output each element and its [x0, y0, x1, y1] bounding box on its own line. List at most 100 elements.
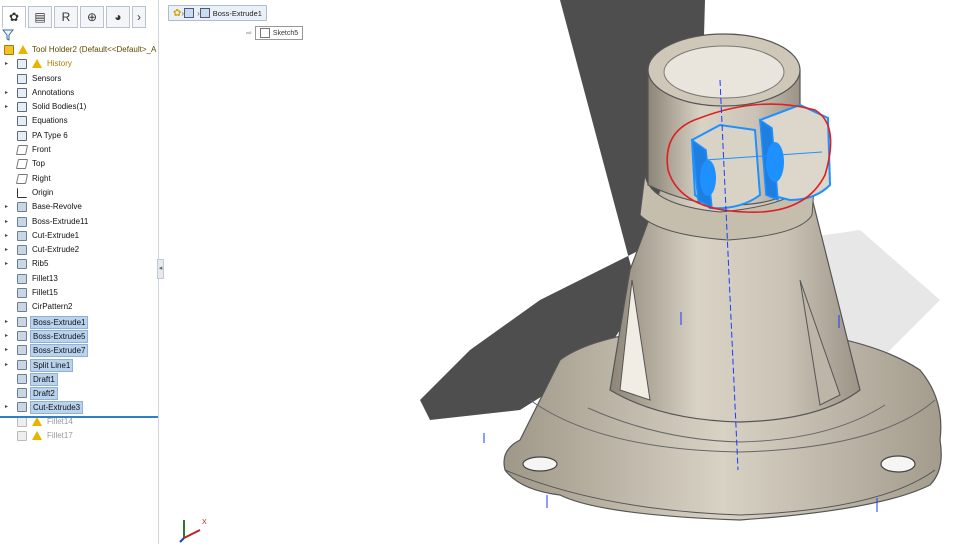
feat-icon: [17, 288, 27, 299]
tree-item-label: Fillet13: [32, 273, 58, 283]
feat-icon: [17, 373, 27, 384]
tree-item-label: PA Type 6: [32, 130, 68, 140]
tab-configuration-manager[interactable]: R: [54, 6, 78, 28]
more-icon: ›: [137, 10, 141, 24]
breadcrumb-sketch[interactable]: Sketch5: [254, 26, 304, 40]
feat-icon: [17, 230, 27, 241]
origin-icon: [17, 187, 27, 198]
tree-item-material[interactable]: PA Type 6: [0, 129, 158, 143]
tree-item-fillet13[interactable]: Fillet13: [0, 272, 158, 286]
property-manager-icon: ▤: [34, 10, 46, 24]
triad-x-axis: [183, 529, 201, 539]
mount-hole-right: [880, 455, 916, 473]
plane-icon: [15, 159, 29, 170]
breadcrumb-part[interactable]: ✿ › › Boss-Extrude1: [168, 5, 267, 21]
tree-item-label: Sensors: [32, 73, 62, 83]
tree-item-label: Cut-Extrude3: [30, 401, 84, 415]
tree-item-equations[interactable]: Equations: [0, 114, 158, 128]
part-icon: [4, 45, 14, 55]
panel-collapse-handle[interactable]: ◂: [157, 259, 164, 279]
manager-tabs: ✿ ▤ R ⊕ ◕ ›: [0, 6, 158, 28]
tree-item-solid-bodies[interactable]: ▸ Solid Bodies(1): [0, 100, 158, 114]
ghost-icon: [17, 431, 27, 442]
feat-icon: [17, 259, 27, 270]
tree-item-label: Right: [32, 173, 51, 183]
expand-toggle-icon[interactable]: ▸: [5, 243, 11, 257]
tree-item-label: Top: [32, 159, 45, 169]
feature-manager-panel: ✿ ▤ R ⊕ ◕ › Tool Holder2 (Default<<Default>_A…: [0, 0, 159, 544]
tab-more[interactable]: ›: [132, 6, 146, 28]
tree-item-draft1[interactable]: Draft1: [0, 372, 158, 386]
expand-toggle-icon[interactable]: ▸: [5, 215, 11, 229]
warning-icon: [32, 431, 42, 441]
tab-feature-manager[interactable]: ✿: [2, 6, 26, 28]
tree-item-label: Boss-Extrude11: [32, 216, 89, 226]
expand-toggle-icon[interactable]: ▸: [5, 57, 11, 71]
tree-item-label: Equations: [32, 116, 68, 126]
feat-icon: [17, 216, 27, 227]
tree-item-cut-extrude1[interactable]: ▸ Cut-Extrude1: [0, 229, 158, 243]
tree-item-label: CirPattern2: [32, 302, 73, 312]
breadcrumb-feature[interactable]: Boss-Extrude1: [213, 9, 262, 18]
plane-icon: [15, 173, 29, 184]
tree-item-draft2[interactable]: Draft2: [0, 386, 158, 401]
feat-icon: [17, 202, 27, 213]
breadcrumb-sketch-row: ⇨ Sketch5: [246, 26, 304, 40]
configuration-manager-icon: R: [61, 10, 71, 24]
tree-item-fillet15[interactable]: Fillet15: [0, 286, 158, 300]
tree-item-label: Boss-Extrude1: [30, 315, 89, 329]
triad-z-axis: [179, 537, 185, 543]
sketch-arrow-icon: ⇨: [246, 30, 252, 37]
reference-triad: X: [176, 508, 216, 544]
tree-item-boss-extrude7[interactable]: ▸ Boss-Extrude7: [0, 343, 158, 358]
tree-item-origin[interactable]: Origin: [0, 186, 158, 200]
expand-toggle-icon[interactable]: ▸: [5, 200, 11, 214]
tree-item-label: Split Line1: [30, 358, 74, 372]
folder-icon: [17, 73, 27, 84]
expand-toggle-icon[interactable]: ▸: [5, 358, 11, 372]
tree-item-boss-extrude11[interactable]: ▸ Boss-Extrude11: [0, 215, 158, 229]
tree-item-label: Cut-Extrude2: [32, 245, 80, 255]
tree-item-rib5[interactable]: ▸ Rib5: [0, 257, 158, 271]
expand-toggle-icon[interactable]: ▸: [5, 329, 11, 343]
tree-item-annotations[interactable]: ▸ Annotations: [0, 86, 158, 100]
ghost-icon: [17, 416, 27, 427]
tree-item-root[interactable]: Tool Holder2 (Default<<Default>_A: [0, 43, 158, 57]
tree-item-cut-extrude2[interactable]: ▸ Cut-Extrude2: [0, 243, 158, 257]
expand-toggle-icon[interactable]: ▸: [5, 315, 11, 329]
expand-toggle-icon[interactable]: ▸: [5, 229, 11, 243]
tab-property-manager[interactable]: ▤: [28, 6, 52, 28]
expand-toggle-icon[interactable]: ▸: [5, 257, 11, 271]
filter-icon[interactable]: [1, 29, 15, 41]
tab-display-manager[interactable]: ◕: [106, 6, 130, 28]
tab-dimxpert-manager[interactable]: ⊕: [80, 6, 104, 28]
tree-item-boss-extrude1[interactable]: ▸ Boss-Extrude1: [0, 315, 158, 329]
tree-item-history[interactable]: ▸ History: [0, 57, 158, 71]
tree-item-front-plane[interactable]: Front: [0, 143, 158, 157]
tree-item-cirpattern2[interactable]: CirPattern2: [0, 300, 158, 314]
feature-icon: [199, 8, 210, 18]
feature-manager-icon: ✿: [8, 10, 20, 24]
expand-toggle-icon[interactable]: ▸: [5, 100, 11, 114]
graphics-area[interactable]: [165, 0, 960, 544]
expand-toggle-icon[interactable]: ▸: [5, 343, 11, 357]
tree-item-cut-extrude3[interactable]: ▸ Cut-Extrude3: [0, 400, 158, 415]
display-manager-icon: ◕: [114, 10, 122, 24]
tree-item-right-plane[interactable]: Right: [0, 172, 158, 186]
tree-item-boss-extrude5[interactable]: ▸ Boss-Extrude5: [0, 329, 158, 343]
tree-item-sensors[interactable]: Sensors: [0, 72, 158, 86]
feat-icon: [17, 302, 27, 313]
warning-icon: [32, 416, 42, 426]
tree-item-label: Boss-Extrude5: [30, 329, 89, 343]
model-view[interactable]: [165, 0, 960, 544]
tree-item-fillet17[interactable]: Fillet17: [0, 429, 158, 443]
tree-item-base-revolve[interactable]: ▸ Base-Revolve: [0, 200, 158, 214]
tree-item-label: Front: [32, 145, 51, 155]
body-icon: [184, 8, 195, 18]
feat-icon: [17, 402, 27, 413]
tree-item-top-plane[interactable]: Top: [0, 157, 158, 171]
expand-toggle-icon[interactable]: ▸: [5, 400, 11, 414]
rollback-bar[interactable]: [0, 416, 158, 418]
tree-item-split-line1[interactable]: ▸ Split Line1: [0, 358, 158, 372]
expand-toggle-icon[interactable]: ▸: [5, 86, 11, 100]
